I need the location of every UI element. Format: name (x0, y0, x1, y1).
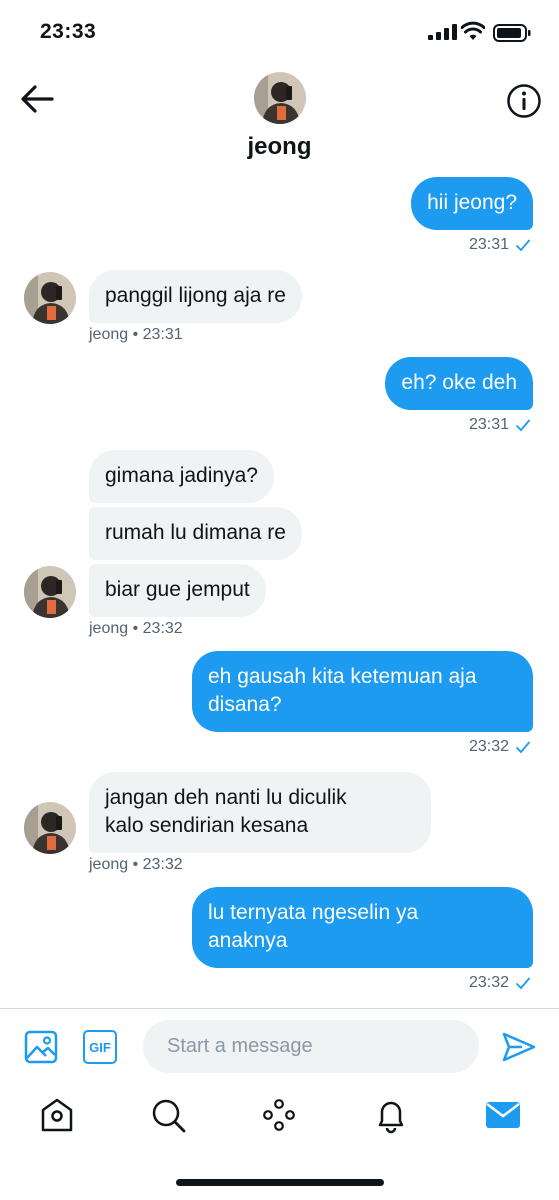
info-icon[interactable] (506, 83, 542, 119)
battery-icon (493, 24, 531, 42)
avatar-image (254, 72, 306, 124)
contact-name[interactable]: jeong (0, 133, 559, 161)
message-meta: 23:31 (469, 416, 531, 434)
message-timestamp: 23:32 (468, 738, 509, 755)
message-timestamp: 23:32 (468, 974, 509, 991)
sent-check-icon (515, 419, 531, 432)
incoming-message[interactable]: panggil lijong aja re (89, 270, 302, 323)
sent-check-icon (515, 977, 531, 990)
outgoing-message[interactable]: eh gausah kita ketemuan aja disana? (192, 651, 533, 732)
messages-icon[interactable] (484, 1096, 522, 1134)
spaces-icon[interactable] (260, 1096, 298, 1134)
sent-check-icon (515, 741, 531, 754)
message-timestamp: 23:31 (468, 416, 509, 433)
sender-avatar[interactable] (24, 566, 76, 618)
outgoing-message[interactable]: eh? oke deh (385, 357, 533, 410)
avatar-image (24, 272, 76, 324)
notifications-icon[interactable] (372, 1096, 410, 1134)
message-timestamp: 23:31 (468, 236, 509, 253)
sent-check-icon (515, 239, 531, 252)
contact-avatar[interactable] (254, 72, 306, 124)
incoming-message[interactable]: gimana jadinya? (89, 450, 274, 503)
search-icon[interactable] (149, 1096, 187, 1134)
home-icon[interactable] (38, 1096, 76, 1134)
composer-divider (0, 1008, 559, 1009)
message-meta: 23:31 (469, 236, 531, 254)
status-time: 23:33 (40, 20, 97, 43)
sender-avatar[interactable] (24, 802, 76, 854)
gif-label: GIF (89, 1039, 111, 1055)
image-icon[interactable] (24, 1030, 58, 1064)
avatar-image (24, 802, 76, 854)
message-input[interactable] (143, 1020, 479, 1073)
message-meta: 23:32 (469, 974, 531, 992)
message-meta: jeong • 23:32 (89, 620, 183, 637)
wifi-icon (461, 21, 485, 40)
send-icon[interactable] (502, 1032, 536, 1062)
signal-icon (428, 24, 457, 40)
sender-avatar[interactable] (24, 272, 76, 324)
message-meta: jeong • 23:31 (89, 326, 183, 343)
avatar-image (24, 566, 76, 618)
gif-icon[interactable]: GIF (83, 1030, 117, 1064)
incoming-message[interactable]: rumah lu dimana re (89, 507, 302, 560)
message-meta: jeong • 23:32 (89, 856, 183, 873)
outgoing-message[interactable]: lu ternyata ngeselin ya anaknya (192, 887, 533, 968)
home-indicator (176, 1179, 384, 1186)
back-arrow-icon[interactable] (20, 84, 54, 114)
incoming-message[interactable]: jangan deh nanti lu diculik kalo sendiri… (89, 772, 431, 853)
outgoing-message[interactable]: hii jeong? (411, 177, 533, 230)
message-meta: 23:32 (469, 738, 531, 756)
incoming-message[interactable]: biar gue jemput (89, 564, 266, 617)
message-input-container[interactable] (143, 1020, 479, 1073)
